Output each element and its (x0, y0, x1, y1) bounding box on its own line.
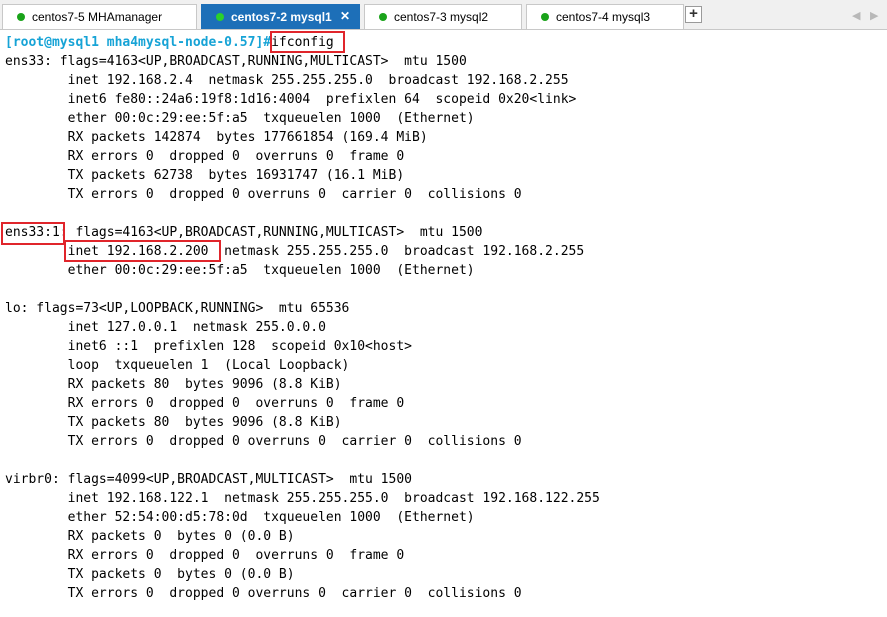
output-line: RX packets 0 bytes 0 (0.0 B) (5, 529, 295, 544)
prompt-line: [root@mysql1 mha4mysql-node-0.57]#ifconf… (5, 33, 885, 52)
status-dot-icon (17, 13, 25, 21)
output-line: inet 127.0.0.1 netmask 255.0.0.0 (5, 320, 326, 335)
shell-prompt: [root@mysql1 mha4mysql-node-0.57]# (5, 35, 272, 50)
output-line: TX packets 80 bytes 9096 (8.8 KiB) (5, 415, 342, 430)
output-line: RX packets 142874 bytes 177661854 (169.4… (5, 130, 428, 145)
output-line: inet6 ::1 prefixlen 128 scopeid 0x10<hos… (5, 339, 412, 354)
scroll-left-icon[interactable]: ◀ (852, 9, 860, 22)
tab-bar: centos7-5 MHAmanager centos7-2 mysql1 ✕ … (0, 0, 887, 30)
output-line: ether 52:54:00:d5:78:0d txqueuelen 1000 … (5, 510, 475, 525)
terminal-output[interactable]: [root@mysql1 mha4mysql-node-0.57]#ifconf… (5, 33, 885, 603)
output-line: TX packets 62738 bytes 16931747 (16.1 Mi… (5, 168, 405, 183)
tab-centos7-2[interactable]: centos7-2 mysql1 ✕ (201, 4, 360, 29)
close-icon[interactable]: ✕ (339, 10, 351, 22)
output-line: TX errors 0 dropped 0 overruns 0 carrier… (5, 434, 522, 449)
output-line: loop txqueuelen 1 (Local Loopback) (5, 358, 350, 373)
output-line: TX errors 0 dropped 0 overruns 0 carrier… (5, 586, 522, 601)
status-dot-icon (541, 13, 549, 21)
output-line: lo: flags=73<UP,LOOPBACK,RUNNING> mtu 65… (5, 301, 350, 316)
tab-label: centos7-2 mysql1 (231, 10, 332, 24)
tab-label: centos7-4 mysql3 (556, 10, 651, 24)
output-line: ether 00:0c:29:ee:5f:a5 txqueuelen 1000 … (5, 111, 475, 126)
output-line: inet 192.168.2.200 netmask 255.255.255.0… (5, 244, 585, 259)
command-text: ifconfig (271, 35, 334, 50)
output-line: inet6 fe80::24a6:19f8:1d16:4004 prefixle… (5, 92, 577, 107)
status-dot-icon (216, 13, 224, 21)
output-line: ether 00:0c:29:ee:5f:a5 txqueuelen 1000 … (5, 263, 475, 278)
tab-centos7-3[interactable]: centos7-3 mysql2 (364, 4, 522, 29)
output-line: TX packets 0 bytes 0 (0.0 B) (5, 567, 295, 582)
output-line: RX errors 0 dropped 0 overruns 0 frame 0 (5, 149, 405, 164)
tab-centos7-4[interactable]: centos7-4 mysql3 (526, 4, 684, 29)
add-tab-button[interactable]: + (685, 6, 702, 23)
output-line: inet 192.168.2.4 netmask 255.255.255.0 b… (5, 73, 569, 88)
scroll-right-icon[interactable]: ▶ (870, 9, 878, 22)
status-dot-icon (379, 13, 387, 21)
output-line: RX errors 0 dropped 0 overruns 0 frame 0 (5, 548, 405, 563)
output-line: RX packets 80 bytes 9096 (8.8 KiB) (5, 377, 342, 392)
output-line: ens33: flags=4163<UP,BROADCAST,RUNNING,M… (5, 54, 467, 69)
tab-label: centos7-5 MHAmanager (32, 10, 163, 24)
output-line: inet 192.168.122.1 netmask 255.255.255.0… (5, 491, 600, 506)
output-line: TX errors 0 dropped 0 overruns 0 carrier… (5, 187, 522, 202)
output-line: ens33:1: flags=4163<UP,BROADCAST,RUNNING… (5, 225, 483, 240)
tab-centos7-5[interactable]: centos7-5 MHAmanager (2, 4, 197, 29)
tab-label: centos7-3 mysql2 (394, 10, 489, 24)
output-line: RX errors 0 dropped 0 overruns 0 frame 0 (5, 396, 405, 411)
output-line: virbr0: flags=4099<UP,BROADCAST,MULTICAS… (5, 472, 412, 487)
